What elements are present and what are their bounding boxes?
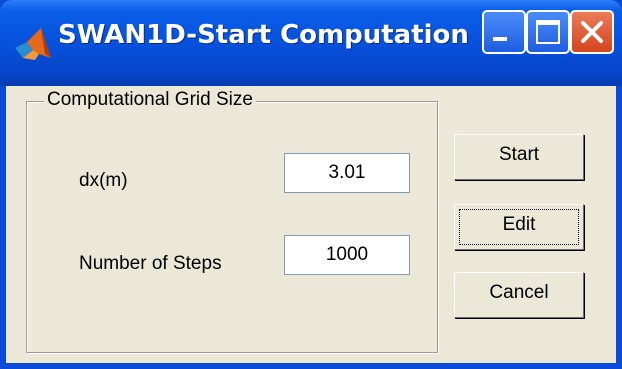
number-of-steps-label: Number of Steps bbox=[79, 253, 222, 274]
dialog-window: SWAN1D-Start Computation Computational G… bbox=[0, 0, 622, 369]
window-title: SWAN1D-Start Computation bbox=[58, 20, 469, 50]
groupbox-title: Computational Grid Size bbox=[44, 89, 256, 111]
start-button[interactable]: Start bbox=[454, 134, 584, 180]
edit-button[interactable]: Edit bbox=[454, 204, 584, 250]
matlab-logo-icon bbox=[13, 24, 53, 64]
minimize-button[interactable] bbox=[482, 10, 526, 54]
maximize-button[interactable] bbox=[526, 10, 570, 54]
grid-size-groupbox bbox=[26, 101, 438, 353]
close-button[interactable] bbox=[570, 10, 614, 54]
dialog-body: Computational Grid Size dx(m) 3.01 Numbe… bbox=[6, 86, 616, 363]
title-bar[interactable]: SWAN1D-Start Computation bbox=[0, 0, 622, 86]
dx-label: dx(m) bbox=[79, 170, 128, 191]
dx-input[interactable]: 3.01 bbox=[284, 153, 410, 193]
number-of-steps-input[interactable]: 1000 bbox=[284, 235, 410, 275]
cancel-button[interactable]: Cancel bbox=[454, 272, 584, 318]
